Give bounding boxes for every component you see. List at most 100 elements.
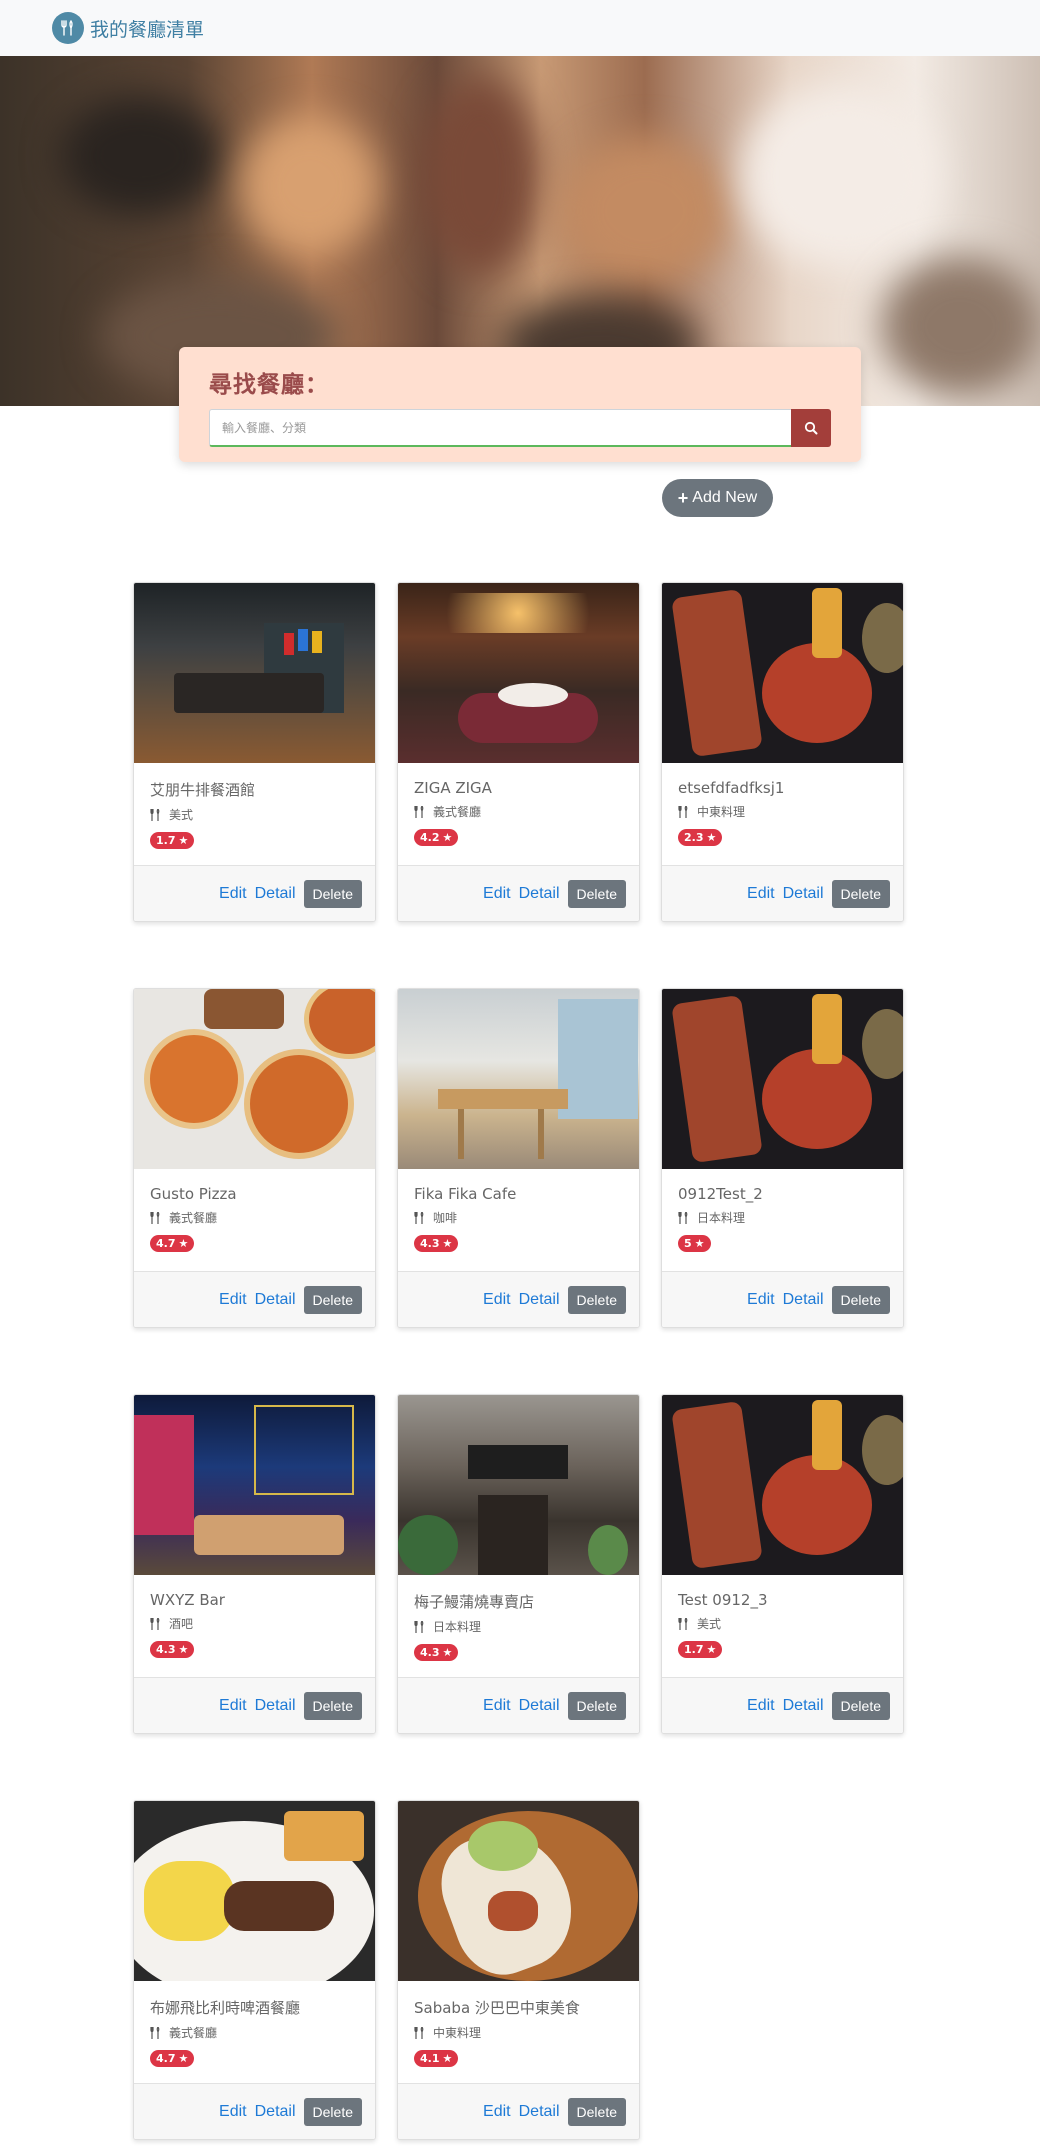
detail-link[interactable]: Detail — [255, 1291, 296, 1309]
star-icon: ★ — [442, 1646, 453, 1659]
restaurant-image[interactable] — [134, 989, 375, 1169]
edit-link[interactable]: Edit — [483, 1697, 511, 1715]
utensils-icon — [414, 2026, 424, 2039]
restaurant-category: 中東料理 — [697, 805, 746, 819]
search-button[interactable] — [791, 409, 831, 447]
search-title: 尋找餐廳： — [209, 372, 329, 398]
star-icon: ★ — [178, 2052, 189, 2065]
utensils-icon — [150, 1211, 160, 1224]
detail-link[interactable]: Detail — [783, 885, 824, 903]
edit-link[interactable]: Edit — [747, 1291, 775, 1309]
detail-link[interactable]: Detail — [783, 1697, 824, 1715]
restaurant-image[interactable] — [398, 583, 639, 763]
edit-link[interactable]: Edit — [483, 1291, 511, 1309]
edit-link[interactable]: Edit — [219, 2103, 247, 2121]
restaurant-card: 梅子鰻蒲燒專賣店 日本料理 4.3 ★ Edit Detail Delete — [397, 1394, 640, 1734]
detail-link[interactable]: Detail — [519, 2103, 560, 2121]
restaurant-category: 義式餐廳 — [169, 2026, 218, 2040]
navbar: 我的餐廳清單 — [0, 0, 1040, 56]
rating-badge: 4.3 ★ — [414, 1235, 459, 1252]
restaurant-image[interactable] — [398, 1395, 639, 1575]
star-icon: ★ — [442, 2052, 453, 2065]
add-new-button[interactable]: + Add New — [662, 479, 773, 517]
restaurant-card: Test 0912_3 美式 1.7 ★ Edit Detail Delete — [661, 1394, 904, 1734]
delete-button[interactable]: Delete — [303, 2097, 362, 2126]
detail-link[interactable]: Detail — [255, 2103, 296, 2121]
detail-link[interactable]: Detail — [519, 1697, 560, 1715]
delete-button[interactable]: Delete — [567, 1691, 626, 1720]
delete-button[interactable]: Delete — [831, 1285, 890, 1314]
utensils-icon[interactable] — [52, 12, 84, 44]
detail-link[interactable]: Detail — [255, 885, 296, 903]
star-icon: ★ — [442, 1237, 453, 1250]
restaurant-image[interactable] — [134, 1801, 375, 1981]
delete-button[interactable]: Delete — [831, 879, 890, 908]
restaurant-card: 0912Test_2 日本料理 5 ★ Edit Detail Delete — [661, 988, 904, 1328]
rating-badge: 4.2 ★ — [414, 829, 459, 846]
rating-badge: 4.1 ★ — [414, 2050, 459, 2067]
delete-button[interactable]: Delete — [831, 1691, 890, 1720]
utensils-icon — [150, 2026, 160, 2039]
detail-link[interactable]: Detail — [519, 885, 560, 903]
rating-badge: 4.7 ★ — [150, 1235, 195, 1252]
detail-link[interactable]: Detail — [519, 1291, 560, 1309]
detail-link[interactable]: Detail — [783, 1291, 824, 1309]
edit-link[interactable]: Edit — [219, 885, 247, 903]
utensils-icon — [150, 1617, 160, 1630]
restaurant-name: Sababa 沙巴巴中東美食 — [414, 1999, 580, 2017]
restaurant-card: Gusto Pizza 義式餐廳 4.7 ★ Edit Detail Delete — [133, 988, 376, 1328]
delete-button[interactable]: Delete — [567, 1285, 626, 1314]
star-icon: ★ — [694, 1237, 705, 1250]
edit-link[interactable]: Edit — [219, 1291, 247, 1309]
delete-button[interactable]: Delete — [303, 1285, 362, 1314]
rating-badge: 1.7 ★ — [150, 832, 195, 849]
star-icon: ★ — [178, 1237, 189, 1250]
restaurant-card: 布娜飛比利時啤酒餐廳 義式餐廳 4.7 ★ Edit Detail Delete — [133, 1800, 376, 2140]
restaurant-image[interactable] — [662, 989, 903, 1169]
restaurant-name: Fika Fika Cafe — [414, 1185, 517, 1203]
restaurant-name: 0912Test_2 — [678, 1185, 763, 1203]
restaurant-image[interactable] — [662, 1395, 903, 1575]
restaurant-name: etsefdfadfksj1 — [678, 779, 785, 797]
restaurant-image[interactable] — [398, 989, 639, 1169]
restaurant-name: WXYZ Bar — [150, 1591, 225, 1609]
restaurant-name: 梅子鰻蒲燒專賣店 — [414, 1593, 535, 1611]
search-bar — [209, 409, 831, 447]
restaurant-category: 美式 — [697, 1617, 722, 1631]
edit-link[interactable]: Edit — [483, 885, 511, 903]
restaurant-card: Sababa 沙巴巴中東美食 中東料理 4.1 ★ Edit Detail Del… — [397, 1800, 640, 2140]
rating-badge: 4.3 ★ — [414, 1644, 459, 1661]
edit-link[interactable]: Edit — [747, 1697, 775, 1715]
star-icon: ★ — [178, 834, 189, 847]
restaurant-image[interactable] — [134, 583, 375, 763]
restaurant-category: 義式餐廳 — [169, 1211, 218, 1225]
restaurant-image[interactable] — [398, 1801, 639, 1981]
delete-button[interactable]: Delete — [567, 2097, 626, 2126]
edit-link[interactable]: Edit — [747, 885, 775, 903]
delete-button[interactable]: Delete — [303, 1691, 362, 1720]
add-new-label: Add New — [692, 489, 758, 506]
delete-button[interactable]: Delete — [567, 879, 626, 908]
edit-link[interactable]: Edit — [483, 2103, 511, 2121]
utensils-icon — [414, 805, 424, 818]
restaurant-card: Fika Fika Cafe 咖啡 4.3 ★ Edit Detail Delet… — [397, 988, 640, 1328]
utensils-icon — [414, 1211, 424, 1224]
star-icon: ★ — [706, 1643, 717, 1656]
detail-link[interactable]: Detail — [255, 1697, 296, 1715]
utensils-icon — [414, 1620, 424, 1633]
rating-badge: 4.7 ★ — [150, 2050, 195, 2067]
restaurant-category: 中東料理 — [433, 2026, 482, 2040]
brand-title[interactable]: 我的餐廳清單 — [90, 15, 204, 42]
delete-button[interactable]: Delete — [303, 879, 362, 908]
restaurant-category: 酒吧 — [169, 1617, 194, 1631]
restaurant-category: 咖啡 — [433, 1211, 458, 1225]
restaurant-category: 美式 — [169, 808, 194, 822]
search-input[interactable] — [209, 409, 791, 447]
restaurant-image[interactable] — [134, 1395, 375, 1575]
plus-icon: + — [677, 487, 689, 508]
restaurant-image[interactable] — [662, 583, 903, 763]
edit-link[interactable]: Edit — [219, 1697, 247, 1715]
utensils-icon — [678, 805, 688, 818]
rating-badge: 4.3 ★ — [150, 1641, 195, 1658]
rating-badge: 5 ★ — [678, 1235, 711, 1252]
